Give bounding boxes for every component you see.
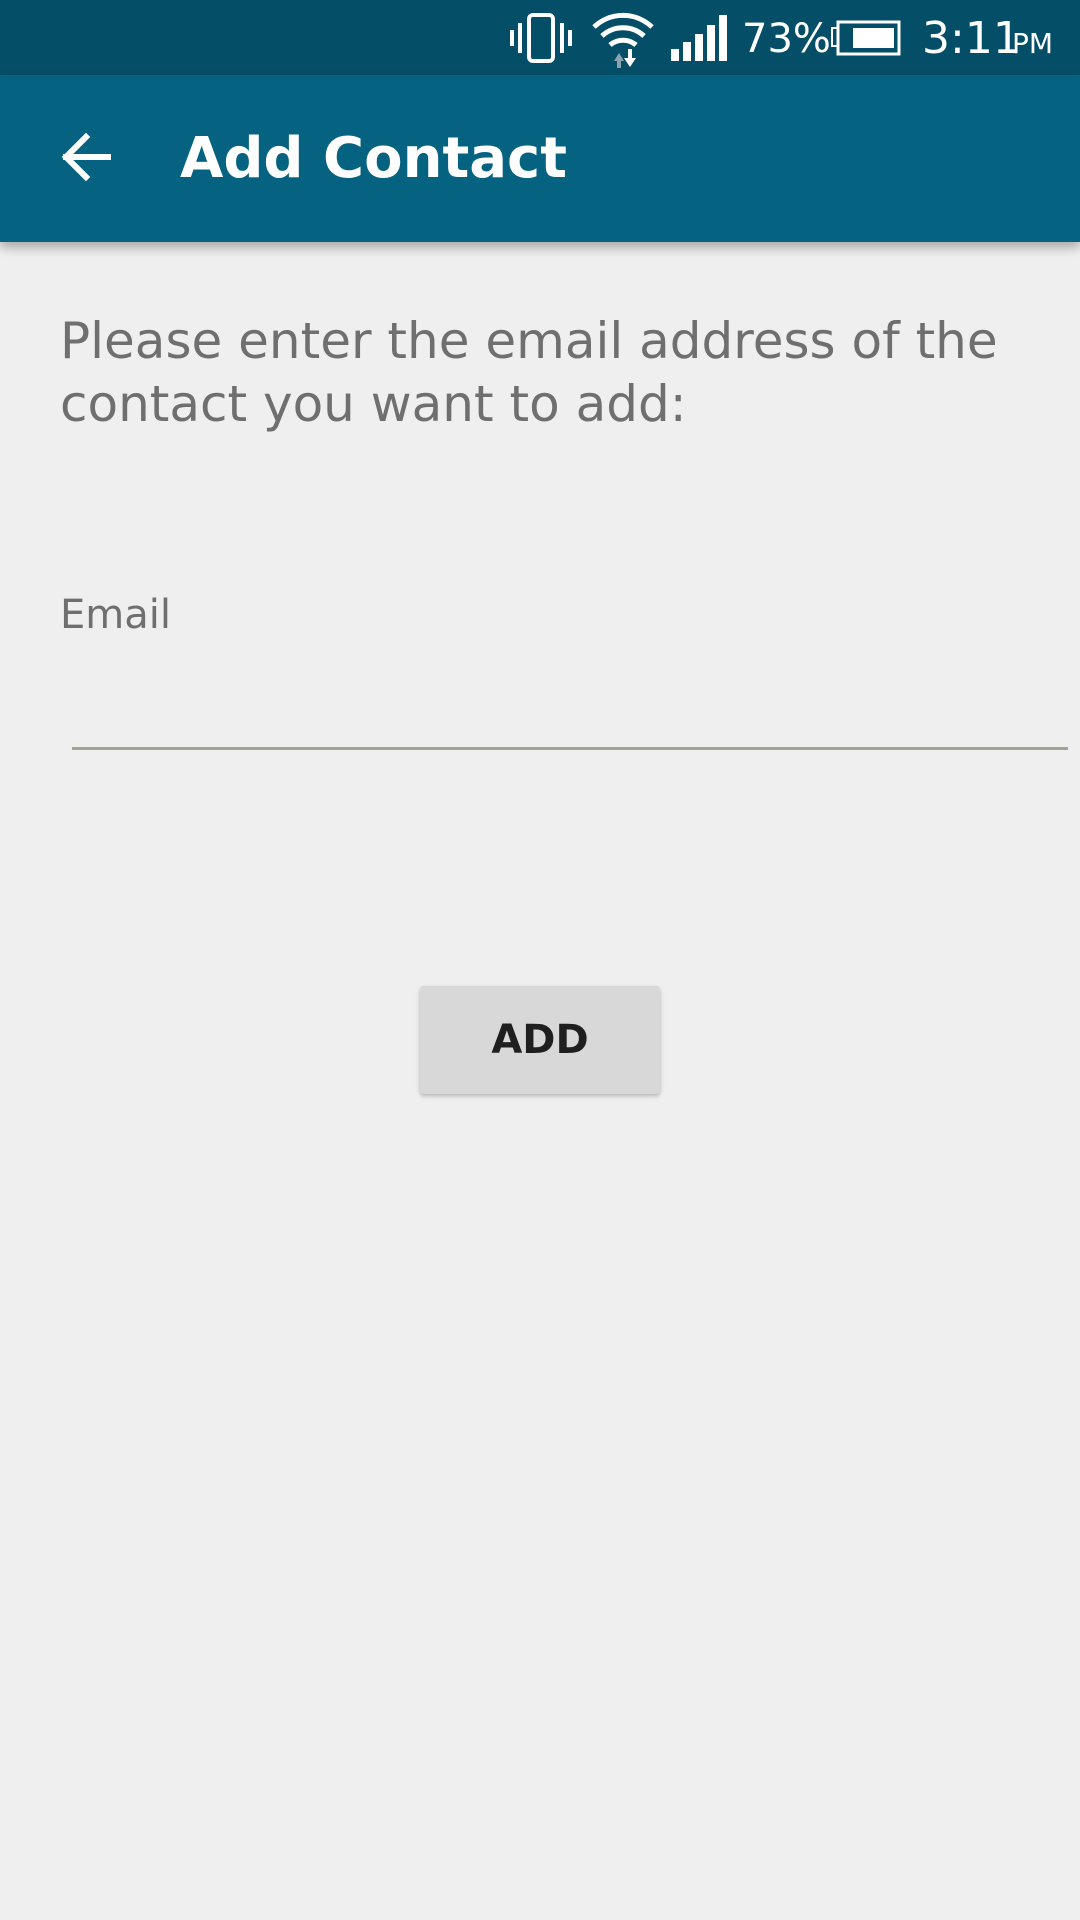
clock-time: 3:11 bbox=[922, 13, 1021, 64]
signal-icon bbox=[668, 0, 728, 75]
add-button[interactable]: ADD bbox=[420, 986, 660, 1094]
instructions-text: Please enter the email address of the co… bbox=[60, 312, 998, 433]
clock-ampm: PM bbox=[1012, 27, 1054, 60]
email-label: Email bbox=[60, 592, 171, 638]
email-field[interactable] bbox=[72, 650, 1068, 750]
back-button[interactable] bbox=[38, 111, 134, 207]
status-bar: 73% 3:11 PM bbox=[0, 0, 1080, 75]
wifi-icon bbox=[588, 0, 658, 75]
add-contact-screen: 73% 3:11 PM Add Contact Please enter the… bbox=[0, 0, 1080, 1920]
battery-percent: 73% bbox=[742, 16, 831, 62]
back-arrow-icon bbox=[60, 131, 112, 187]
battery-icon bbox=[830, 0, 902, 75]
app-bar: Add Contact bbox=[0, 75, 1080, 242]
vibrate-icon bbox=[508, 0, 574, 75]
page-title: Add Contact bbox=[180, 126, 567, 191]
